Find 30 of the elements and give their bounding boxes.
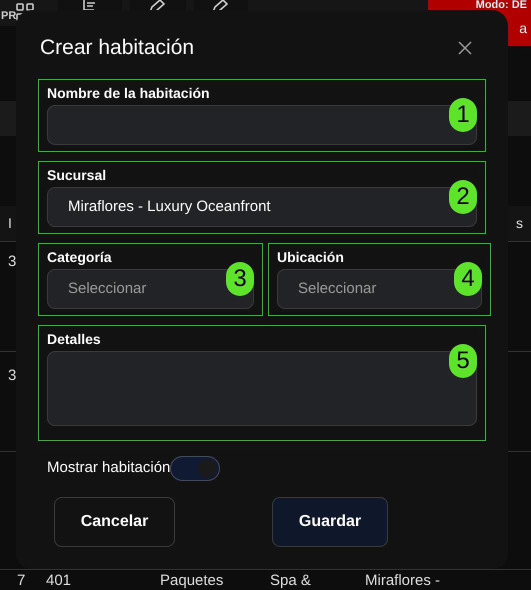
name-input-field[interactable]	[47, 105, 477, 145]
mode-title: Modo: DE	[476, 0, 527, 10]
number-marker: 4	[454, 262, 482, 296]
column-header: s	[516, 214, 523, 233]
field-label: Sucursal	[47, 166, 108, 184]
toggle-label: Mostrar habitación	[47, 458, 170, 478]
table-cell-text: 7	[17, 572, 26, 589]
table-cell-text: Miraflores -	[365, 572, 442, 589]
number-marker: 2	[449, 180, 477, 214]
field-label: Ubicación	[277, 248, 345, 266]
dialog-title: Crear habitación	[40, 35, 194, 61]
table-cell-text: 401	[46, 572, 72, 589]
number-marker: 5	[449, 344, 477, 378]
field-label: Nombre de la habitación	[47, 84, 211, 102]
grid-icon	[15, 2, 35, 22]
close-icon[interactable]	[458, 41, 472, 55]
field-label: Detalles	[47, 330, 102, 348]
table-cell-text: Paquetes	[160, 572, 224, 589]
number-marker: 1	[449, 98, 477, 132]
table-cell: 3	[8, 367, 16, 384]
cancel-button[interactable]: Cancelar	[54, 497, 175, 547]
visibility-switch[interactable]	[170, 456, 220, 481]
column-header: I	[8, 214, 12, 233]
field-label: Categoría	[47, 248, 113, 266]
number-marker: 3	[226, 262, 254, 296]
app-label: PR	[0, 9, 16, 24]
save-button[interactable]: Guardar	[272, 497, 388, 547]
table-cell-text: Spa &	[270, 572, 312, 589]
mode-subtitle: a	[519, 20, 527, 36]
table-cell: 3	[8, 253, 16, 270]
